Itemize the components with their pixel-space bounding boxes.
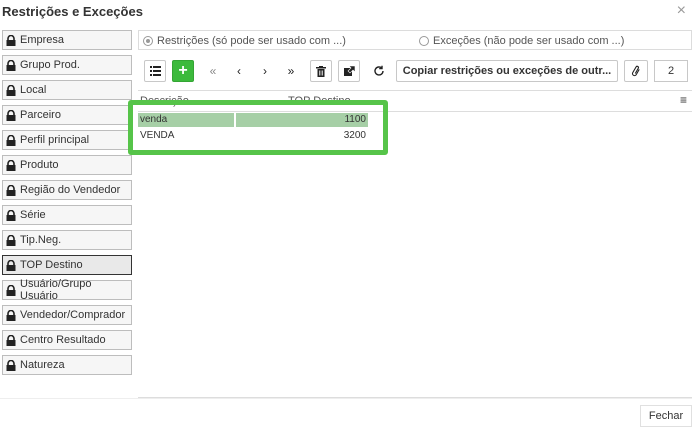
export-icon	[343, 66, 355, 76]
mode-selector: Restrições (só pode ser usado com ...) E…	[138, 30, 692, 50]
sidebar-item-vendedor-comprador[interactable]: Vendedor/Comprador	[2, 305, 132, 325]
sidebar-item-label: Parceiro	[20, 109, 61, 121]
add-button[interactable]: +	[172, 60, 194, 82]
lock-icon	[6, 209, 16, 221]
sidebar-item-label: Grupo Prod.	[20, 59, 80, 71]
cell-descricao: VENDA	[138, 129, 234, 143]
sidebar-item-regiao-vendedor[interactable]: Região do Vendedor	[2, 180, 132, 200]
footer-separator	[0, 398, 692, 399]
dialog-header: Restrições e Exceções ×	[0, 0, 692, 22]
chevron-right-icon: ›	[263, 64, 267, 78]
sidebar-item-serie[interactable]: Série	[2, 205, 132, 225]
sidebar-item-perfil-principal[interactable]: Perfil principal	[2, 130, 132, 150]
sidebar-item-empresa[interactable]: Empresa	[2, 30, 132, 50]
table-row[interactable]: venda 1100	[138, 113, 370, 127]
sidebar-item-usuario-grupo[interactable]: Usuário/Grupo Usuário	[2, 278, 132, 302]
last-page-button[interactable]: »	[280, 60, 302, 82]
lock-icon	[6, 184, 16, 196]
sidebar-item-local[interactable]: Local	[2, 80, 132, 100]
sidebar-item-label: Série	[20, 209, 46, 221]
exceptions-radio-label: Exceções (não pode ser usado com ...)	[433, 35, 625, 47]
grid-toolbar: + « ‹ › » Copiar restrições ou exceções …	[138, 58, 692, 86]
sidebar-item-tip-neg[interactable]: Tip.Neg.	[2, 230, 132, 250]
next-page-button[interactable]: ›	[254, 60, 276, 82]
lock-icon	[6, 309, 16, 321]
lock-icon	[6, 59, 16, 71]
cell-top-destino: 1100	[236, 113, 368, 127]
column-header-top-destino[interactable]: TOP Destino	[288, 95, 351, 107]
sidebar-item-centro-resultado[interactable]: Centro Resultado	[2, 330, 132, 350]
lock-icon	[6, 109, 16, 121]
sidebar-item-label: Perfil principal	[20, 134, 90, 146]
radio-checked-icon	[143, 36, 153, 46]
column-menu-icon[interactable]: ≡	[680, 93, 690, 107]
trash-icon	[316, 65, 326, 77]
lock-icon	[6, 284, 16, 296]
data-grid: Descrição TOP Destino ≡ venda 1100 VENDA…	[138, 90, 692, 398]
sidebar-item-label: Produto	[20, 159, 59, 171]
sidebar-item-parceiro[interactable]: Parceiro	[2, 105, 132, 125]
lock-icon	[6, 234, 16, 246]
chevron-left-icon: ‹	[237, 64, 241, 78]
radio-unchecked-icon	[419, 36, 429, 46]
sidebar-item-natureza[interactable]: Natureza	[2, 355, 132, 375]
refresh-button[interactable]	[368, 60, 390, 82]
lock-icon	[6, 359, 16, 371]
paperclip-icon	[631, 65, 640, 77]
column-header-descricao[interactable]: Descrição	[140, 95, 189, 107]
lock-icon	[6, 259, 16, 271]
dialog-title: Restrições e Exceções	[2, 4, 143, 19]
cell-descricao: venda	[138, 113, 234, 127]
restrictions-radio-label: Restrições (só pode ser usado com ...)	[157, 35, 346, 47]
lock-icon	[6, 134, 16, 146]
copy-restrictions-button[interactable]: Copiar restrições ou exceções de outr...	[396, 60, 618, 82]
lock-icon	[6, 334, 16, 346]
grid-header: Descrição TOP Destino ≡	[138, 91, 692, 112]
sidebar-item-label: Vendedor/Comprador	[20, 309, 126, 321]
list-view-button[interactable]	[144, 60, 166, 82]
sidebar-item-grupo-prod[interactable]: Grupo Prod.	[2, 55, 132, 75]
export-button[interactable]	[338, 60, 360, 82]
sidebar-item-top-destino[interactable]: TOP Destino	[2, 255, 132, 275]
sidebar-item-label: Usuário/Grupo Usuário	[20, 278, 92, 302]
sidebar-item-produto[interactable]: Produto	[2, 155, 132, 175]
lock-icon	[6, 34, 16, 46]
sidebar-item-label: Natureza	[20, 359, 65, 371]
previous-page-button[interactable]: ‹	[228, 60, 250, 82]
sidebar-item-label: Centro Resultado	[20, 334, 106, 346]
attachment-button[interactable]	[624, 60, 648, 82]
exceptions-radio[interactable]: Exceções (não pode ser usado com ...)	[419, 35, 624, 47]
close-icon[interactable]: ×	[677, 2, 686, 20]
table-row[interactable]: VENDA 3200	[138, 129, 370, 143]
sidebar-item-label: Tip.Neg.	[20, 234, 62, 246]
sidebar-item-label: Região do Vendedor	[20, 184, 121, 196]
page-number-input[interactable]	[654, 60, 688, 82]
lock-icon	[6, 159, 16, 171]
lock-icon	[6, 84, 16, 96]
delete-button[interactable]	[310, 60, 332, 82]
list-icon	[149, 66, 161, 76]
sidebar-item-label: Empresa	[20, 34, 65, 46]
sidebar-item-label: TOP Destino	[20, 259, 83, 271]
cell-top-destino: 3200	[236, 129, 368, 143]
close-button[interactable]: Fechar	[640, 405, 692, 427]
double-chevron-right-icon: »	[287, 64, 295, 78]
refresh-icon	[374, 65, 384, 76]
double-chevron-left-icon: «	[209, 64, 217, 78]
first-page-button[interactable]: «	[202, 60, 224, 82]
plus-icon: +	[178, 62, 188, 79]
restrictions-radio[interactable]: Restrições (só pode ser usado com ...)	[143, 35, 346, 47]
sidebar-item-label: Local	[20, 84, 47, 96]
